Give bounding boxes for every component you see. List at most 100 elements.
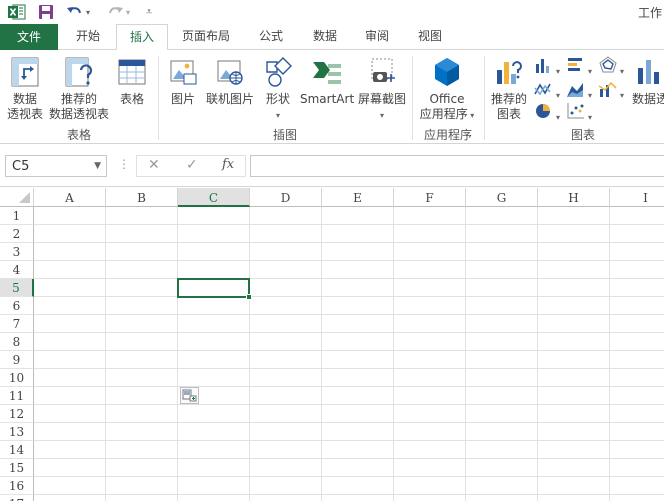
active-cell[interactable] — [177, 278, 250, 298]
ribbon: 数据 透视表 推荐的 数据透视表 表格 表格 图片 联机图片 形状 ▾ Smar… — [0, 50, 664, 144]
insert-function-icon[interactable]: fx — [222, 157, 234, 172]
office-apps-button[interactable]: Office 应用程序 ▾ — [416, 56, 478, 123]
tab-insert[interactable]: 插入 — [116, 24, 168, 51]
select-all-corner[interactable] — [0, 188, 34, 207]
gridline-horizontal — [34, 440, 664, 441]
paste-options-icon[interactable] — [180, 387, 199, 404]
line-chart-icon — [534, 83, 551, 96]
chevron-down-icon: ▾ — [379, 111, 384, 120]
pictures-button[interactable]: 图片 — [166, 56, 200, 107]
customize-icon[interactable]: ⩡ — [146, 2, 152, 22]
row-header-13[interactable]: 13 — [0, 423, 34, 441]
row-header-14[interactable]: 14 — [0, 441, 34, 459]
ribbon-tabs: 文件 开始 插入 页面布局 公式 数据 审阅 视图 — [0, 24, 664, 51]
cancel-icon[interactable]: ✕ — [148, 157, 160, 173]
column-header-c[interactable]: C — [178, 188, 250, 207]
column-header-i[interactable]: I — [610, 188, 664, 207]
gridline-horizontal — [34, 296, 664, 297]
group-separator — [484, 56, 485, 140]
row-header-12[interactable]: 12 — [0, 405, 34, 423]
gridline-vertical — [177, 207, 178, 501]
save-icon[interactable] — [38, 2, 54, 22]
gridline-horizontal — [34, 350, 664, 351]
tab-formulas[interactable]: 公式 — [248, 24, 294, 50]
enter-icon[interactable]: ✓ — [186, 157, 198, 173]
column-header-f[interactable]: F — [394, 188, 466, 207]
table-button[interactable]: 表格 — [114, 56, 150, 107]
row-header-8[interactable]: 8 — [0, 333, 34, 351]
column-header-a[interactable]: A — [34, 188, 106, 207]
screenshot-icon — [371, 58, 395, 82]
gridline-vertical — [609, 207, 610, 501]
tab-file[interactable]: 文件 — [0, 24, 58, 50]
gridline-vertical — [537, 207, 538, 501]
tab-data[interactable]: 数据 — [302, 24, 348, 50]
column-chart-button[interactable]: ▾ — [532, 56, 562, 76]
screenshot-button[interactable]: 屏幕截图 ▾ — [356, 56, 408, 123]
column-header-e[interactable]: E — [322, 188, 394, 207]
bar-chart-button[interactable]: ▾ — [564, 56, 594, 76]
row-header-1[interactable]: 1 — [0, 207, 34, 225]
gridline-vertical — [393, 207, 394, 501]
scatter-chart-button[interactable]: ▾ — [564, 102, 594, 122]
shapes-button[interactable]: 形状 ▾ — [260, 56, 296, 123]
column-header-g[interactable]: G — [466, 188, 538, 207]
gridline-horizontal — [34, 278, 664, 279]
smartart-button[interactable]: SmartArt — [300, 56, 354, 107]
column-header-d[interactable]: D — [250, 188, 322, 207]
online-pictures-button[interactable]: 联机图片 — [204, 56, 256, 107]
undo-icon[interactable]: ▾ — [66, 2, 90, 22]
area-chart-button[interactable]: ▾ — [564, 80, 594, 100]
tab-home[interactable]: 开始 — [62, 24, 114, 50]
fill-handle[interactable] — [246, 294, 252, 300]
recommended-pivot-button[interactable]: 推荐的 数据透视表 — [46, 56, 112, 122]
formula-input[interactable] — [250, 155, 664, 177]
row-header-11[interactable]: 11 — [0, 387, 34, 405]
excel-icon[interactable] — [8, 2, 26, 22]
shapes-icon — [266, 57, 292, 87]
gridline-vertical — [249, 207, 250, 501]
chevron-down-icon: ▾ — [467, 111, 475, 120]
row-header-16[interactable]: 16 — [0, 477, 34, 495]
worksheet-grid[interactable]: ABCDEFGHI1234567891011121314151617 — [0, 188, 664, 501]
pivot-chart-icon — [638, 60, 659, 84]
row-header-10[interactable]: 10 — [0, 369, 34, 387]
row-header-7[interactable]: 7 — [0, 315, 34, 333]
combo-chart-button[interactable]: ▾ — [596, 80, 626, 100]
pivot-chart-button[interactable]: 数据透 — [632, 56, 664, 107]
chevron-down-icon: ▼ — [94, 161, 101, 171]
tables-group-label: 表格 — [66, 128, 91, 142]
pie-chart-button[interactable]: ▾ — [532, 102, 562, 122]
gridline-horizontal — [34, 368, 664, 369]
redo-icon[interactable]: ▾ — [106, 2, 130, 22]
gridline-horizontal — [34, 224, 664, 225]
gridline-horizontal — [34, 386, 664, 387]
recommended-charts-button[interactable]: 推荐的 图表 — [488, 56, 530, 122]
row-header-3[interactable]: 3 — [0, 243, 34, 261]
row-header-4[interactable]: 4 — [0, 261, 34, 279]
line-chart-button[interactable]: ▾ — [532, 80, 562, 100]
group-separator — [158, 56, 159, 140]
tab-review[interactable]: 审阅 — [354, 24, 400, 50]
row-header-5[interactable]: 5 — [0, 279, 34, 297]
area-chart-icon — [566, 83, 583, 97]
pivot-table-button[interactable]: 数据 透视表 — [4, 56, 46, 122]
gridline-horizontal — [34, 494, 664, 495]
tab-view[interactable]: 视图 — [407, 24, 453, 50]
tab-page-layout[interactable]: 页面布局 — [172, 24, 240, 50]
pivot-table-icon — [11, 57, 39, 87]
row-header-6[interactable]: 6 — [0, 297, 34, 315]
column-header-h[interactable]: H — [538, 188, 610, 207]
row-header-2[interactable]: 2 — [0, 225, 34, 243]
smartart-icon — [313, 62, 341, 84]
row-header-15[interactable]: 15 — [0, 459, 34, 477]
title-bar: ▾ ▾ ⩡ 工作 — [0, 0, 664, 24]
name-box[interactable]: C5 ▼ — [5, 155, 107, 177]
more-options-icon[interactable]: ⋮ — [118, 157, 130, 171]
row-header-9[interactable]: 9 — [0, 351, 34, 369]
excel-window: ▾ ▾ ⩡ 工作 文件 开始 插入 页面布局 公式 数据 审阅 视图 数据 透视… — [0, 0, 664, 501]
column-header-b[interactable]: B — [106, 188, 178, 207]
radar-chart-button[interactable]: ▾ — [596, 56, 626, 76]
recommended-pivot-icon — [65, 57, 93, 87]
row-header-17[interactable]: 17 — [0, 495, 34, 501]
